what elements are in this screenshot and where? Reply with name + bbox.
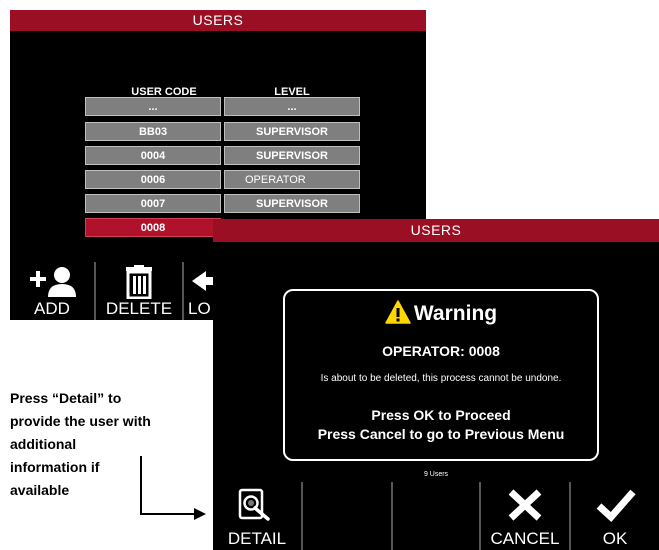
add-button-label: ADD [34,299,70,318]
instruction-cancel: Press Cancel to go to Previous Menu [317,426,565,442]
delete-confirm-screen: USERS Warning OPERATOR: 0008 Is about to… [213,219,659,550]
level-cell[interactable]: ... [224,97,360,116]
warning-triangle-icon [385,299,411,329]
title-bar: USERS [213,219,659,242]
detail-button[interactable]: DETAIL [213,482,301,550]
ok-button[interactable]: OK [571,482,659,550]
warning-message: Is about to be deleted, this process can… [320,373,562,384]
ok-button-label: OK [602,529,628,548]
add-button[interactable]: ADD [10,262,94,320]
cancel-button[interactable]: CANCEL [481,482,569,550]
level-cell[interactable]: SUPERVISOR [224,146,360,165]
trash-icon [96,265,182,300]
warning-title: Warning [413,302,498,325]
note-line: additional [10,436,77,452]
warning-user-line: OPERATOR: 0008 [382,343,500,359]
level-cell[interactable]: SUPERVISOR [224,194,360,213]
user-count: 9 Users [423,471,449,478]
title-bar: USERS [10,10,426,31]
note-line: provide the user with [10,413,151,429]
user-code-cell[interactable]: 0004 [85,146,221,165]
level-cell[interactable]: OPERATOR [224,170,360,189]
user-code-cell[interactable]: BB03 [85,122,221,141]
note-line: Press “Detail” to [10,390,122,406]
user-code-cell[interactable]: ... [85,97,221,116]
delete-button[interactable]: DELETE [96,262,182,320]
level-cell[interactable]: SUPERVISOR [224,122,360,141]
add-user-icon [10,265,94,299]
user-code-cell-selected[interactable]: 0008 [85,218,221,237]
instruction-ok: Press OK to Proceed [371,407,511,423]
pointer-arrow [140,456,206,520]
user-code-cell[interactable]: 0007 [85,194,221,213]
detail-button-label: DETAIL [227,529,287,548]
warning-header: Warning [285,299,597,329]
cancel-button-label: CANCEL [490,529,560,548]
cancel-x-icon [481,488,569,522]
detail-magnifier-icon [213,488,301,522]
bottom-toolbar: DETAIL CANCEL OK [213,482,659,550]
delete-button-label: DELETE [105,299,173,318]
empty-toolbar-slot [303,482,391,550]
empty-toolbar-slot [393,482,479,550]
user-code-cell[interactable]: 0006 [85,170,221,189]
warning-dialog: Warning OPERATOR: 0008 Is about to be de… [283,289,599,461]
ok-check-icon [571,488,659,522]
